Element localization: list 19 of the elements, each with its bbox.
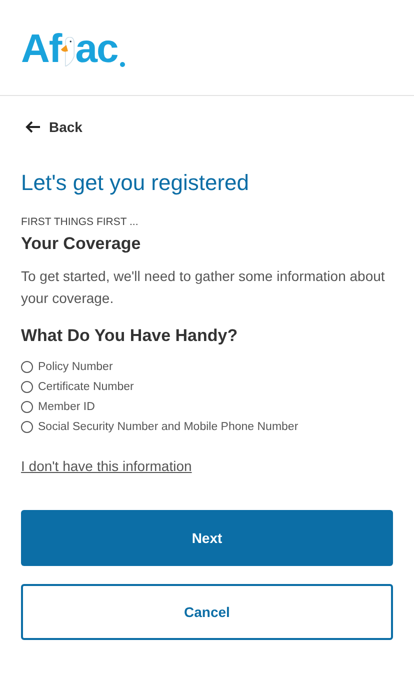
help-link[interactable]: I don't have this information: [21, 458, 192, 474]
option-label[interactable]: Member ID: [38, 401, 95, 413]
logo: Af ac: [21, 28, 125, 68]
next-button[interactable]: Next: [21, 510, 393, 566]
intro-text: To get started, we'll need to gather some information about your coverage.: [21, 267, 386, 308]
option-label[interactable]: Social Security Number and Mobile Phone Number: [38, 421, 298, 433]
radio-button[interactable]: [21, 381, 33, 393]
option-label[interactable]: Policy Number: [38, 361, 113, 373]
cancel-button[interactable]: Cancel: [21, 584, 393, 640]
eyebrow-label: FIRST THINGS FIRST ...: [21, 216, 140, 228]
radio-button[interactable]: [21, 401, 33, 413]
section-heading: Your Coverage: [21, 234, 142, 254]
page-title: Let's get you registered: [21, 170, 250, 197]
back-button[interactable]: Back: [21, 117, 82, 137]
back-arrow-icon: [25, 121, 41, 133]
radio-button[interactable]: [21, 421, 33, 433]
option-label[interactable]: Certificate Number: [38, 381, 134, 393]
radio-button[interactable]: [21, 361, 33, 373]
question-heading: What Do You Have Handy?: [21, 326, 239, 346]
